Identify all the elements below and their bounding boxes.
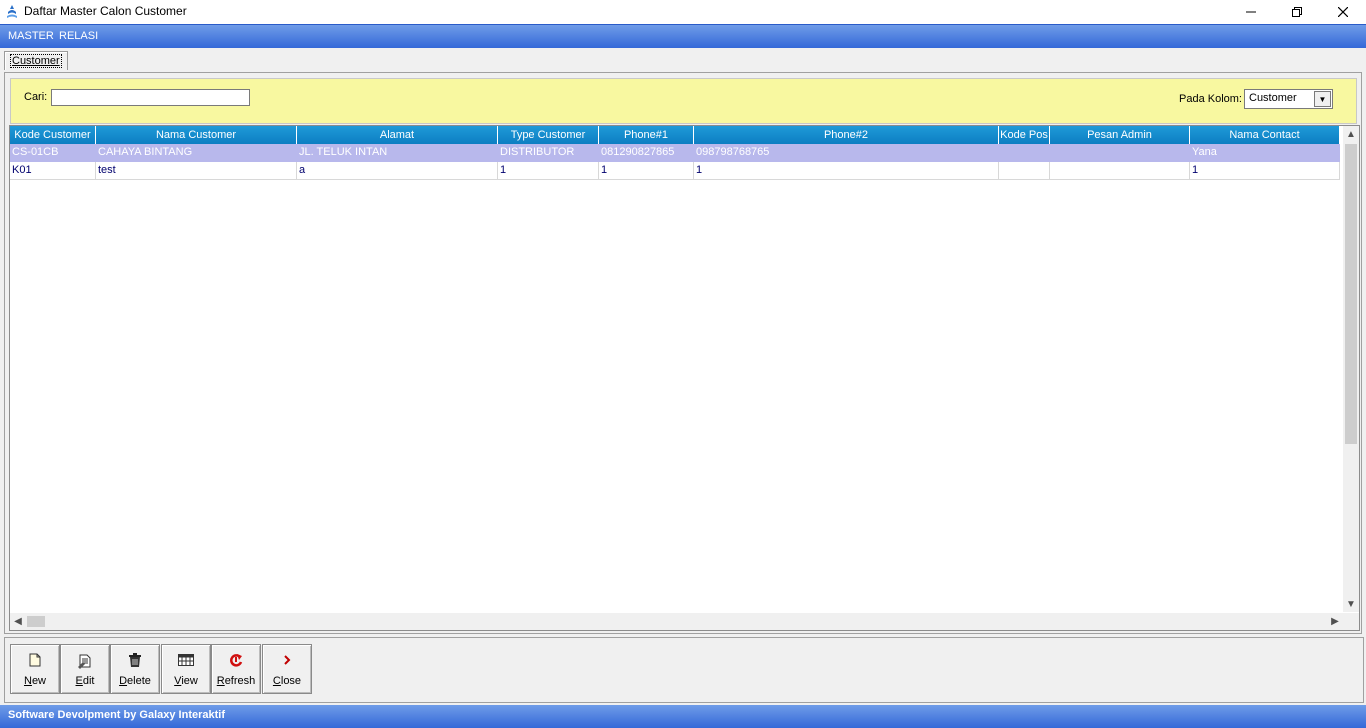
- trash-icon: [111, 653, 159, 670]
- chevron-right-icon: [263, 653, 311, 669]
- content-frame: Cari: Pada Kolom: Customer ▼ Kode Custom…: [4, 72, 1362, 634]
- title-bar: Daftar Master Calon Customer: [0, 0, 1366, 24]
- menu-bar: MASTER RELASI: [0, 24, 1366, 48]
- table-view-icon: [162, 653, 210, 669]
- tab-strip: Customer: [0, 47, 1366, 71]
- scroll-corner: [1343, 613, 1359, 630]
- refresh-button-label: Refresh: [216, 675, 256, 687]
- status-bar: Software Devolpment by Galaxy Interaktif: [0, 705, 1366, 728]
- edit-button[interactable]: Edit: [60, 644, 110, 694]
- cell-nama-customer: CAHAYA BINTANG: [96, 144, 297, 162]
- column-select[interactable]: Customer ▼: [1244, 89, 1333, 109]
- cell-kode-customer: K01: [10, 162, 96, 180]
- window-title: Daftar Master Calon Customer: [24, 4, 187, 18]
- cell-alamat: a: [297, 162, 498, 180]
- column-header-pesan-admin[interactable]: Pesan Admin: [1050, 126, 1190, 144]
- search-label: Cari:: [24, 91, 48, 103]
- cell-nama-customer: test: [96, 162, 297, 180]
- column-header-kode-customer[interactable]: Kode Customer: [10, 126, 96, 144]
- tab-customer-label: Customer: [10, 54, 62, 68]
- column-header-nama-contact[interactable]: Nama Contact: [1190, 126, 1340, 144]
- new-button-label: New: [23, 675, 46, 687]
- cell-type-customer: 1: [498, 162, 599, 180]
- search-input[interactable]: [51, 89, 250, 106]
- scroll-down-arrow-icon[interactable]: ▼: [1343, 596, 1359, 612]
- column-header-alamat[interactable]: Alamat: [297, 126, 498, 144]
- cell-nama-contact: 1: [1190, 162, 1340, 180]
- cell-kode-pos: [999, 162, 1050, 180]
- cell-pesan-admin: [1050, 162, 1190, 180]
- restore-button[interactable]: [1274, 0, 1320, 24]
- cell-phone1: 081290827865: [599, 144, 694, 162]
- scroll-right-arrow-icon[interactable]: ▶: [1327, 613, 1343, 629]
- restore-icon: [1292, 7, 1302, 17]
- grid-header: Kode Customer Nama Customer Alamat Type …: [10, 126, 1340, 144]
- table-row[interactable]: CS-01CB CAHAYA BINTANG JL. TELUK INTAN D…: [10, 144, 1340, 162]
- new-document-icon: [11, 653, 59, 670]
- cell-kode-customer: CS-01CB: [10, 144, 96, 162]
- column-label: Pada Kolom:: [1179, 93, 1242, 105]
- chevron-down-icon: ▼: [1318, 94, 1327, 104]
- close-icon: [1338, 7, 1348, 17]
- table-row[interactable]: K01 test a 1 1 1 1: [10, 162, 1340, 180]
- cell-phone1: 1: [599, 162, 694, 180]
- cell-nama-contact: Yana: [1190, 144, 1340, 162]
- cell-phone2: 1: [694, 162, 999, 180]
- view-button[interactable]: View: [161, 644, 211, 694]
- menu-master[interactable]: MASTER: [8, 30, 54, 42]
- delete-button[interactable]: Delete: [110, 644, 160, 694]
- column-header-phone2[interactable]: Phone#2: [694, 126, 999, 144]
- status-text: Software Devolpment by Galaxy Interaktif: [8, 709, 226, 721]
- dropdown-button[interactable]: ▼: [1314, 91, 1331, 107]
- scroll-left-arrow-icon[interactable]: ◀: [10, 613, 26, 629]
- new-button[interactable]: New: [10, 644, 60, 694]
- action-toolbar: New Edit Delete View Refresh Close: [4, 637, 1364, 703]
- delete-button-label: Delete: [119, 675, 151, 687]
- edit-button-label: Edit: [75, 675, 95, 687]
- vertical-scroll-thumb[interactable]: [1345, 144, 1357, 444]
- view-button-label: View: [174, 675, 198, 687]
- customer-grid: Kode Customer Nama Customer Alamat Type …: [9, 125, 1360, 631]
- close-button-label: Close: [272, 675, 302, 687]
- cell-kode-pos: [999, 144, 1050, 162]
- column-header-type-customer[interactable]: Type Customer: [498, 126, 599, 144]
- refresh-button[interactable]: Refresh: [211, 644, 261, 694]
- menu-relasi[interactable]: RELASI: [59, 30, 98, 42]
- horizontal-scrollbar[interactable]: ◀ ▶: [10, 613, 1343, 630]
- close-button[interactable]: Close: [262, 644, 312, 694]
- close-window-button[interactable]: [1320, 0, 1366, 24]
- column-header-kode-pos[interactable]: Kode Pos: [999, 126, 1050, 144]
- search-panel: Cari: Pada Kolom: Customer ▼: [10, 78, 1357, 124]
- cell-type-customer: DISTRIBUTOR: [498, 144, 599, 162]
- tab-customer[interactable]: Customer: [4, 51, 68, 70]
- column-header-nama-customer[interactable]: Nama Customer: [96, 126, 297, 144]
- cell-pesan-admin: [1050, 144, 1190, 162]
- refresh-icon: [212, 653, 260, 670]
- edit-document-icon: [61, 653, 109, 672]
- minimize-button[interactable]: [1228, 0, 1274, 24]
- column-select-value: Customer: [1249, 92, 1297, 104]
- minimize-icon: [1246, 11, 1256, 13]
- horizontal-scroll-thumb[interactable]: [27, 616, 45, 627]
- vertical-scrollbar[interactable]: ▲ ▼: [1343, 126, 1359, 612]
- cell-alamat: JL. TELUK INTAN: [297, 144, 498, 162]
- scroll-up-arrow-icon[interactable]: ▲: [1343, 126, 1359, 142]
- cell-phone2: 098798768765: [694, 144, 999, 162]
- column-header-phone1[interactable]: Phone#1: [599, 126, 694, 144]
- app-icon: [7, 5, 17, 18]
